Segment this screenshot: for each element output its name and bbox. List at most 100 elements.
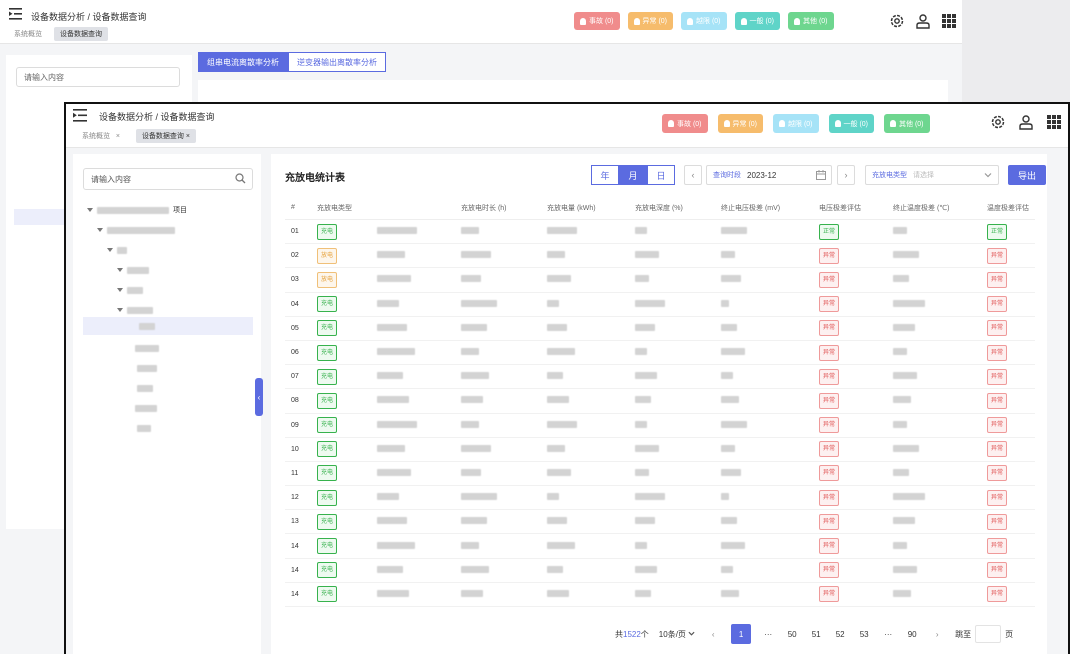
badge-accident[interactable]: 事故 (0) xyxy=(662,114,708,133)
table-row: 07 充电 异常 异常 xyxy=(285,365,1035,390)
tree-node[interactable] xyxy=(117,262,149,278)
voltage-eval-cell: 异常 xyxy=(819,562,893,579)
bg-seg-inverter-output[interactable]: 逆变器输出离散率分析 xyxy=(288,52,386,72)
sidebar-collapse-handle[interactable]: ‹ xyxy=(255,378,263,416)
export-button[interactable]: 导出 xyxy=(1008,165,1046,185)
bg-seg-string-current[interactable]: 组串电流离散率分析 xyxy=(198,52,288,72)
tab-label: 系统概览 xyxy=(82,133,110,140)
page-1[interactable]: 1 xyxy=(731,624,752,644)
energy-cell xyxy=(547,251,635,260)
energy-cell xyxy=(547,299,635,309)
badge-general[interactable]: 一般 (0) xyxy=(828,114,874,133)
tree-leaf[interactable] xyxy=(137,420,151,436)
tab-overview[interactable]: 系统概览 × xyxy=(76,129,126,143)
redacted-text xyxy=(547,565,563,573)
prev-period-button[interactable]: ‹ xyxy=(684,165,702,185)
col-index: # xyxy=(291,204,295,211)
depth-cell xyxy=(635,372,721,381)
page-53[interactable]: 53 xyxy=(857,630,871,639)
bg-tab-overview[interactable]: 系统概览 xyxy=(8,27,48,41)
tree-leaf[interactable] xyxy=(139,318,155,334)
redacted-text xyxy=(377,372,403,380)
date-picker[interactable]: 查询时段 2023-12 xyxy=(706,165,832,185)
next-page-button[interactable]: › xyxy=(929,630,945,639)
tree-leaf[interactable] xyxy=(135,340,159,356)
redacted-text xyxy=(127,306,153,314)
bg-badge-abnormal[interactable]: 异常 (0) xyxy=(627,12,673,30)
badge-abnormal[interactable]: 异常 (0) xyxy=(717,114,763,133)
energy-cell xyxy=(547,565,635,575)
period-month[interactable]: 月 xyxy=(619,165,647,185)
page-ellipsis[interactable]: ··· xyxy=(761,630,775,639)
tree-leaf[interactable] xyxy=(137,360,157,376)
bg-header: 设备数据分析 / 设备数据查询 系统概览 设备数据查询 事故 (0) 异常 (0… xyxy=(0,0,962,44)
tree-node-root[interactable]: 项目 xyxy=(87,202,187,218)
redacted-cell xyxy=(377,468,461,478)
prev-page-button[interactable]: ‹ xyxy=(705,630,721,639)
tree-leaf[interactable] xyxy=(137,380,153,396)
page-title: 充放电统计表 xyxy=(285,173,345,184)
redacted-text xyxy=(893,493,925,501)
tab-device-query[interactable]: 设备数据查询 × xyxy=(135,129,196,143)
close-icon[interactable]: × xyxy=(116,133,120,140)
user-icon[interactable] xyxy=(915,13,931,29)
redacted-text xyxy=(721,565,733,573)
row-index: 06 xyxy=(291,349,299,357)
menu-toggle-icon[interactable] xyxy=(73,109,87,122)
duration-cell xyxy=(461,251,547,260)
type-select[interactable]: 充放电类型 请选择 xyxy=(865,165,999,185)
apps-grid-icon[interactable] xyxy=(1046,114,1062,130)
apps-grid-icon[interactable] xyxy=(941,13,957,29)
page-size-select[interactable]: 10条/页 xyxy=(659,629,695,640)
temp-eval-tag: 异常 xyxy=(987,368,1008,385)
tree-leaf[interactable] xyxy=(135,400,157,416)
redacted-text xyxy=(461,468,481,476)
next-period-button[interactable]: › xyxy=(837,165,855,185)
page-size-value: 10条/页 xyxy=(658,629,686,639)
tree-node[interactable] xyxy=(107,242,127,258)
tree-node[interactable] xyxy=(117,282,143,298)
badge-overlimit[interactable]: 越限 (0) xyxy=(773,114,819,133)
gear-icon[interactable] xyxy=(889,13,905,29)
page-jump-input[interactable] xyxy=(975,625,1002,643)
bg-tab-device-query[interactable]: 设备数据查询 xyxy=(54,27,108,41)
gear-icon[interactable] xyxy=(990,114,1006,130)
tree-node[interactable] xyxy=(97,222,175,238)
redacted-text xyxy=(461,541,479,549)
temp-eval-cell: 异常 xyxy=(987,296,1035,313)
voltage-eval-tag: 异常 xyxy=(819,271,840,288)
page-52[interactable]: 52 xyxy=(833,630,847,639)
menu-toggle-icon[interactable] xyxy=(9,8,22,20)
page-51[interactable]: 51 xyxy=(809,630,823,639)
search-icon[interactable] xyxy=(235,173,246,184)
search-input[interactable]: 请输入内容 xyxy=(83,168,253,190)
depth-cell xyxy=(635,227,721,236)
voltage-eval-tag: 异常 xyxy=(819,247,840,264)
bg-badge-general[interactable]: 一般 (0) xyxy=(734,12,780,30)
duration-cell xyxy=(461,468,547,478)
bg-badge-accident[interactable]: 事故 (0) xyxy=(574,12,620,30)
bg-badge-other[interactable]: 其他 (0) xyxy=(788,12,834,30)
period-day[interactable]: 日 xyxy=(647,165,675,185)
temp-eval-tag: 异常 xyxy=(987,586,1008,603)
type-tag: 充电 xyxy=(317,441,338,458)
redacted-text xyxy=(461,275,481,283)
type-cell: 放电 xyxy=(317,271,377,288)
bg-badge-label: 其他 (0) xyxy=(803,18,828,25)
depth-cell xyxy=(635,396,721,405)
bg-search-input[interactable]: 请输入内容 xyxy=(16,67,180,87)
period-year[interactable]: 年 xyxy=(591,165,619,185)
close-icon[interactable]: × xyxy=(186,133,190,140)
page-90[interactable]: 90 xyxy=(905,630,919,639)
tree-node[interactable] xyxy=(117,302,153,318)
user-icon[interactable] xyxy=(1018,114,1034,130)
temp-eval-cell: 异常 xyxy=(987,562,1035,579)
bg-badge-label: 越限 (0) xyxy=(696,18,721,25)
page-ellipsis[interactable]: ··· xyxy=(881,630,895,639)
bg-badge-overlimit[interactable]: 越限 (0) xyxy=(681,12,727,30)
redacted-text xyxy=(547,251,565,259)
tree-node-selected[interactable] xyxy=(83,317,253,335)
page-50[interactable]: 50 xyxy=(785,630,799,639)
badge-other[interactable]: 其他 (0) xyxy=(884,114,930,133)
temp-eval-tag: 异常 xyxy=(987,247,1008,264)
